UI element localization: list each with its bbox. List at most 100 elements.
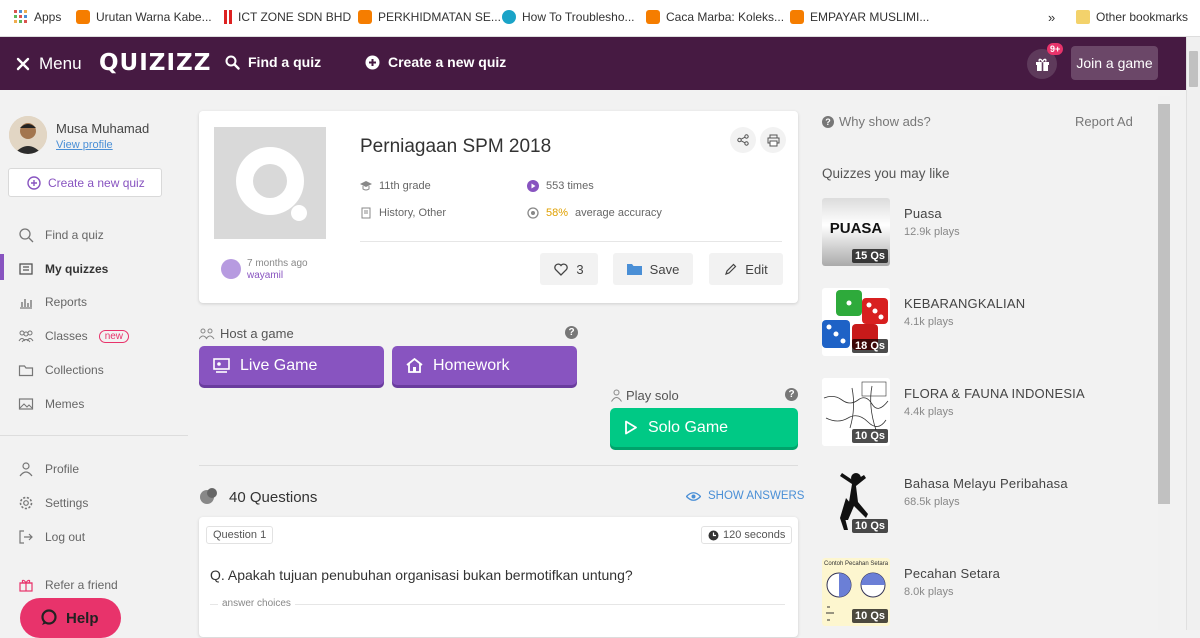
recommended-quiz-title: Pecahan Setara <box>904 566 1001 581</box>
gift-notification-button[interactable]: 9+ <box>1027 43 1064 79</box>
sidebar-item-find-quiz[interactable]: Find a quiz <box>18 227 104 243</box>
apps-grid-icon <box>14 10 27 23</box>
sidebar-item-label: Refer a friend <box>45 578 118 592</box>
solo-game-button[interactable]: Solo Game <box>610 408 798 447</box>
gift-icon <box>1035 58 1049 71</box>
close-icon <box>16 57 30 71</box>
edit-button[interactable]: Edit <box>709 253 783 285</box>
sidebar-item-my-quizzes[interactable]: My quizzes <box>18 261 108 277</box>
find-quiz-link[interactable]: Find a quiz <box>225 54 321 70</box>
host-game-label: Host a game <box>220 326 294 341</box>
homework-button[interactable]: Homework <box>392 346 577 385</box>
search-icon <box>225 55 240 70</box>
report-ad-link[interactable]: Report Ad <box>1075 114 1133 129</box>
sidebar-item-memes[interactable]: Memes <box>18 396 84 412</box>
heart-icon <box>554 262 569 276</box>
other-bookmarks[interactable]: Other bookmarks <box>1076 10 1188 24</box>
find-quiz-label: Find a quiz <box>248 54 322 70</box>
help-label: Help <box>66 609 99 627</box>
host-help-icon[interactable]: ? <box>565 326 578 339</box>
bookmarks-overflow-button[interactable]: » <box>1048 10 1055 25</box>
sidebar-item-collections[interactable]: Collections <box>18 362 104 378</box>
sidebar-item-label: Memes <box>45 397 85 411</box>
quizizz-logo[interactable]: QUIZIZZ <box>99 50 211 76</box>
host-game-heading: Host a game <box>199 326 294 341</box>
sidebar-item-reports[interactable]: Reports <box>18 294 87 310</box>
scrollbar-thumb[interactable] <box>1158 104 1170 504</box>
presentation-icon <box>213 358 230 373</box>
bookmark-item[interactable]: PERKHIDMATAN SE... <box>358 10 501 24</box>
sidebar-item-classes[interactable]: Classes new <box>18 328 130 344</box>
why-ads-link[interactable]: ? Why show ads? <box>822 114 931 129</box>
sidebar-item-label: My quizzes <box>45 262 109 276</box>
recommended-quiz[interactable]: 18 Qs KEBARANGKALIAN 4.1k plays <box>822 288 1162 356</box>
like-button[interactable]: 3 <box>540 253 598 285</box>
folder-icon <box>18 365 34 377</box>
quiz-thumbnail: 10 Qs <box>822 378 890 446</box>
play-count-label: 553 times <box>546 180 594 192</box>
live-game-button[interactable]: Live Game <box>199 346 384 385</box>
recommended-quiz[interactable]: 10 Qs FLORA & FAUNA INDONESIA 4.4k plays <box>822 378 1162 446</box>
share-button[interactable] <box>730 127 756 153</box>
blogger-icon <box>76 10 90 24</box>
bookmark-item[interactable]: ICT ZONE SDN BHD <box>224 10 351 24</box>
quiz-author[interactable]: wayamil <box>247 270 283 281</box>
join-game-button[interactable]: Join a game <box>1071 46 1158 80</box>
create-quiz-link[interactable]: Create a new quiz <box>365 54 506 70</box>
sidebar-item-logout[interactable]: Log out <box>18 529 85 545</box>
sidebar-item-refer-friend[interactable]: Refer a friend <box>18 577 118 593</box>
ict-zone-icon <box>224 10 232 24</box>
recommended-quiz[interactable]: 10 Qs Bahasa Melayu Peribahasa 68.5k pla… <box>822 468 1162 536</box>
print-button[interactable] <box>760 127 786 153</box>
answer-choices-label: answer choices <box>218 598 295 609</box>
pencil-icon <box>725 263 737 275</box>
plus-circle-icon <box>365 55 380 69</box>
gear-icon <box>19 496 33 510</box>
bookmark-label: How To Troublesho... <box>522 10 635 24</box>
bookmark-apps[interactable]: Apps <box>14 10 61 24</box>
bookmark-item[interactable]: EMPAYAR MUSLIMI... <box>790 10 929 24</box>
view-profile-link[interactable]: View profile <box>56 139 113 151</box>
new-badge: new <box>98 329 130 343</box>
sidebar-item-settings[interactable]: Settings <box>18 495 88 511</box>
solo-help-icon[interactable]: ? <box>785 388 798 401</box>
bookmark-item[interactable]: Urutan Warna Kabe... <box>76 10 212 24</box>
card-divider <box>360 241 782 242</box>
bookmark-item[interactable]: Caca Marba: Koleks... <box>646 10 784 24</box>
save-button[interactable]: Save <box>613 253 693 285</box>
page-scrollbar[interactable] <box>1186 37 1200 630</box>
blogger-icon <box>646 10 660 24</box>
gift-icon <box>19 579 33 592</box>
search-icon <box>19 228 34 243</box>
accuracy-value: 58% <box>546 207 569 219</box>
play-solo-label: Play solo <box>626 388 679 403</box>
menu-button[interactable]: Menu <box>16 54 82 74</box>
play-solo-heading: Play solo <box>611 388 679 403</box>
create-quiz-button[interactable]: Create a new quiz <box>8 168 162 197</box>
recommended-quiz[interactable]: Contoh Pecahan Setara 10 Qs Pecahan Seta… <box>822 558 1162 626</box>
quiz-card: 7 months ago wayamil Perniagaan SPM 2018… <box>199 111 798 303</box>
create-quiz-label: Create a new quiz <box>388 54 507 70</box>
sidebar-item-label: Collections <box>45 363 104 377</box>
eye-icon <box>686 491 701 501</box>
recommended-quiz-title: Bahasa Melayu Peribahasa <box>904 476 1068 491</box>
scrollbar-thumb[interactable] <box>1189 51 1198 87</box>
question-text: Q. Apakah tujuan penubuhan organisasi bu… <box>210 567 633 583</box>
recommended-quiz[interactable]: PUASA 15 Qs Puasa 12.9k plays <box>822 198 1162 266</box>
quizizz-q-icon <box>236 147 307 221</box>
avatar[interactable] <box>9 116 47 154</box>
sidebar-item-profile[interactable]: Profile <box>18 461 79 477</box>
users-icon <box>199 328 215 339</box>
help-button[interactable]: Help <box>20 598 121 638</box>
sidebar-item-label: Find a quiz <box>45 228 104 242</box>
show-answers-button[interactable]: SHOW ANSWERS <box>686 490 804 502</box>
bookmark-item[interactable]: How To Troublesho... <box>502 10 635 24</box>
recommended-quiz-title: Puasa <box>904 206 942 221</box>
book-icon <box>361 207 371 219</box>
clock-icon <box>708 530 719 540</box>
create-quiz-label: Create a new quiz <box>48 175 145 190</box>
notification-badge: 9+ <box>1047 43 1064 55</box>
bookmark-label: Urutan Warna Kabe... <box>96 10 212 24</box>
content-scrollbar[interactable] <box>1158 96 1170 630</box>
logout-icon <box>19 530 33 544</box>
